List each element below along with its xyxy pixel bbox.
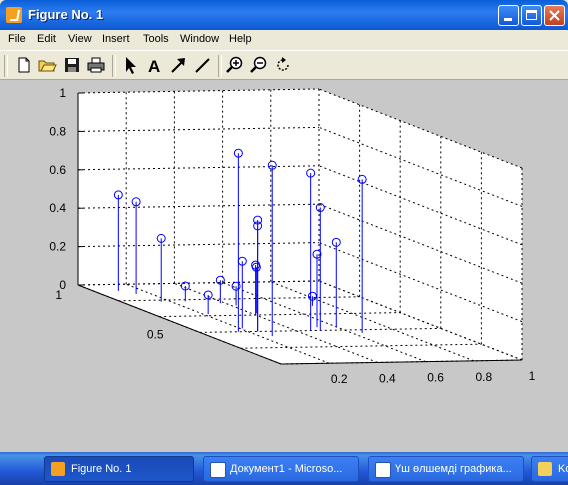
figure-window: Figure No. 1 File Edit View Insert Tools… [0,0,568,452]
print-icon[interactable] [86,55,106,75]
close-icon [549,10,560,21]
y-tick-label: 1 [55,288,62,302]
maximize-icon [526,10,537,20]
x-tick-label: 0.4 [379,371,396,385]
toolbar-grip [4,55,8,77]
insert-arrow-icon[interactable] [168,55,188,75]
word-icon [375,462,391,478]
menu-tools[interactable]: Tools [143,33,169,45]
y-tick-label: 0.5 [147,328,164,342]
figure-area: 0 0.2 0.4 0.6 0.8 1 0.5 1 0.2 0.4 0.6 0.8 1 [0,80,568,452]
minimize-button[interactable] [498,5,519,26]
matlab-icon [6,7,22,23]
insert-line-icon[interactable] [192,55,212,75]
x-tick-label: 0.6 [427,371,444,385]
z-tick-label: 0.2 [49,240,66,254]
toolbar-separator [218,55,222,77]
toolbar-separator [112,55,116,77]
taskbar-item-label: Үш өлшемді графика... [395,463,512,475]
zoom-in-icon[interactable] [225,55,245,75]
word-icon [210,462,226,478]
taskbar-item-figure[interactable]: Figure No. 1 [44,456,194,482]
open-icon[interactable] [37,55,57,75]
taskbar-item-label: Kov [558,463,568,475]
x-tick-label: 1 [529,369,536,383]
back-wall [78,89,319,285]
z-tick-label: 0.8 [49,124,66,138]
svg-text:A: A [148,57,160,75]
select-arrow-icon[interactable] [120,55,140,75]
menu-edit[interactable]: Edit [37,33,56,45]
minimize-icon [504,18,512,21]
taskbar-item-folder[interactable]: Kov [531,456,568,482]
z-tick-label: 1 [59,86,66,100]
menu-window[interactable]: Window [180,33,219,45]
taskbar: Figure No. 1 Документ1 - Microso... Үш ө… [0,452,568,485]
x-tick-label: 0.8 [475,370,492,384]
save-icon[interactable] [62,55,82,75]
maximize-button[interactable] [521,5,542,26]
taskbar-item-word-doc1[interactable]: Документ1 - Microso... [203,456,359,482]
taskbar-item-label: Figure No. 1 [71,463,132,475]
insert-text-icon[interactable]: A [144,55,164,75]
matlab-icon [51,462,65,476]
window-title: Figure No. 1 [28,7,104,22]
rotate-3d-icon[interactable] [273,55,293,75]
menu-insert[interactable]: Insert [102,33,130,45]
new-figure-icon[interactable] [14,55,34,75]
zoom-out-icon[interactable] [249,55,269,75]
stem3-plot[interactable]: 00.20.40.60.810.510.2 0.4 0.6 0.8 1 [0,80,568,452]
x-tick-label: 0.2 [331,372,348,386]
close-button[interactable] [544,5,565,26]
z-tick-label: 0.4 [49,201,66,215]
taskbar-item-label: Документ1 - Microso... [230,463,343,475]
menu-bar: File Edit View Insert Tools Window Help [0,30,568,50]
folder-icon [538,462,552,476]
menu-view[interactable]: View [68,33,92,45]
toolbar: A [0,50,568,80]
menu-file[interactable]: File [8,33,26,45]
taskbar-item-word-doc2[interactable]: Үш өлшемді графика... [368,456,524,482]
z-tick-label: 0.6 [49,163,66,177]
menu-help[interactable]: Help [229,33,252,45]
title-bar[interactable]: Figure No. 1 [0,0,568,30]
